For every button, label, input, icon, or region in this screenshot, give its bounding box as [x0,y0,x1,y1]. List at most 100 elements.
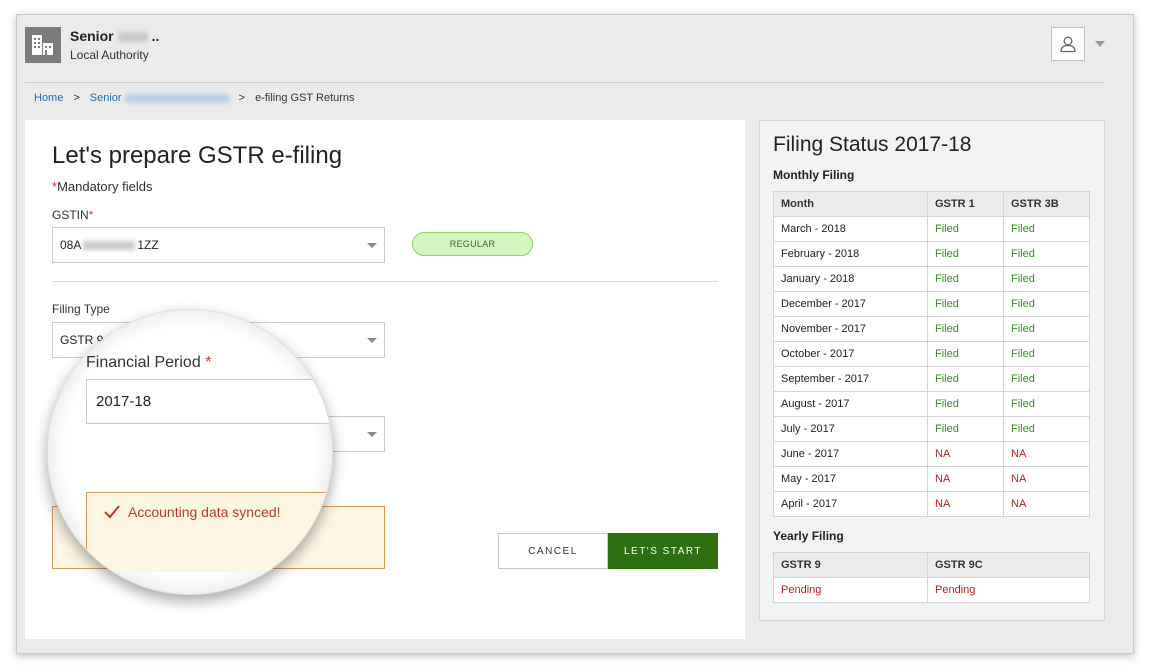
gstr3b-status: Filed [1003,266,1090,292]
gstr3b-status: Filed [1003,366,1090,392]
gstr1-status: Filed [927,341,1004,367]
gstr1-status: Filed [927,216,1004,242]
sync-alert-text: Accounting data synced! [128,504,281,520]
redacted-name [117,32,148,43]
month-cell: June - 2017 [773,441,928,467]
table-row: July - 2017 Filed Filed [773,416,1090,442]
yearly-filing-table: GSTR 9 GSTR 9C Pending Pending [773,552,1090,603]
org-name: Senior.. [70,28,159,44]
breadcrumb-office[interactable]: Senior [90,92,229,104]
filing-type-label: Filing Type [52,302,110,316]
yearly-filing-title: Yearly Filing [773,529,844,543]
month-cell: April - 2017 [773,491,928,517]
chevron-down-icon [367,243,377,248]
lets-start-button[interactable]: LET'S START [608,533,718,569]
user-menu-button[interactable] [1051,27,1085,61]
gstin-suffix: 1ZZ [137,238,159,252]
financial-period-label: Financial Period * [86,354,211,372]
required-star: * [205,354,212,371]
gstr1-status: NA [927,491,1004,517]
org-subtitle: Local Authority [70,48,149,62]
table-row: June - 2017 NA NA [773,441,1090,467]
month-cell: August - 2017 [773,391,928,417]
table-row: January - 2018 Filed Filed [773,266,1090,292]
gstr1-status: Filed [927,241,1004,267]
breadcrumb-home[interactable]: Home [34,92,63,104]
breadcrumb-separator: > [238,92,246,104]
building-icon [25,27,61,63]
table-row: October - 2017 Filed Filed [773,341,1090,367]
gstr1-status: Filed [927,366,1004,392]
gstr3b-status: NA [1003,466,1090,492]
month-cell: January - 2018 [773,266,928,292]
month-cell: December - 2017 [773,291,928,317]
magnifier-lens: Financial Period * 2017-18 Accounting da… [47,309,333,595]
org-name-prefix: Senior [70,28,114,44]
table-row: August - 2017 Filed Filed [773,391,1090,417]
table-row: November - 2017 Filed Filed [773,316,1090,342]
month-cell: March - 2018 [773,216,928,242]
gstr1-status: Filed [927,391,1004,417]
required-star: * [88,208,94,222]
header-divider [25,82,1105,83]
chevron-down-icon [367,338,377,343]
user-icon [1060,36,1076,53]
mandatory-text: Mandatory fields [57,179,153,194]
gstr3b-status: Filed [1003,416,1090,442]
month-cell: May - 2017 [773,466,928,492]
mandatory-note: *Mandatory fields [52,179,152,194]
org-name-suffix: .. [151,28,160,44]
column-header-month: Month [773,191,928,217]
gstr1-status: Filed [927,266,1004,292]
column-header-gstr3b: GSTR 3B [1003,191,1090,217]
gstr3b-status: Filed [1003,316,1090,342]
table-header-row: Month GSTR 1 GSTR 3B [773,191,1090,217]
section-divider [52,281,718,282]
filing-status-title: Filing Status 2017-18 [773,133,972,156]
taxpayer-type-badge: REGULAR [412,232,533,256]
month-cell: November - 2017 [773,316,928,342]
breadcrumb: Home > Senior > e-filing GST Returns [34,92,355,104]
gstr3b-status: Filed [1003,291,1090,317]
table-row: September - 2017 Filed Filed [773,366,1090,392]
chevron-down-icon[interactable] [1095,41,1105,47]
chevron-down-icon [367,432,377,437]
gstin-prefix: 08A [60,238,82,252]
financial-period-label-text: Financial Period [86,354,201,371]
gstr3b-status: Filed [1003,241,1090,267]
breadcrumb-current: e-filing GST Returns [255,92,355,104]
gstr3b-status: Filed [1003,391,1090,417]
breadcrumb-office-prefix: Senior [89,92,122,104]
gstr1-status: Filed [927,316,1004,342]
gstin-label: GSTIN* [52,208,93,222]
month-cell: October - 2017 [773,341,928,367]
gstr3b-status: Filed [1003,341,1090,367]
gstr3b-status: NA [1003,441,1090,467]
financial-period-value[interactable]: 2017-18 [86,379,332,424]
gstr3b-status: NA [1003,491,1090,517]
table-row: December - 2017 Filed Filed [773,291,1090,317]
checkmark-icon [104,505,120,519]
table-row: Pending Pending [773,577,1090,603]
gstr9-status: Pending [773,577,928,603]
month-cell: February - 2018 [773,241,928,267]
month-cell: September - 2017 [773,366,928,392]
breadcrumb-separator: > [73,92,80,104]
filing-status-panel: Filing Status 2017-18 Monthly Filing Mon… [759,120,1105,621]
gstr1-status: Filed [927,416,1004,442]
table-row: April - 2017 NA NA [773,491,1090,517]
table-row: March - 2018 Filed Filed [773,216,1090,242]
gstr9c-status: Pending [927,577,1090,603]
gstr3b-status: Filed [1003,216,1090,242]
table-row: May - 2017 NA NA [773,466,1090,492]
column-header-gstr1: GSTR 1 [927,191,1004,217]
cancel-button[interactable]: CANCEL [498,533,608,569]
column-header-gstr9c: GSTR 9C [927,552,1090,578]
table-header-row: GSTR 9 GSTR 9C [773,552,1090,578]
gstr1-status: Filed [927,291,1004,317]
table-row: February - 2018 Filed Filed [773,241,1090,267]
gstin-select[interactable]: 08A 1ZZ [52,227,385,263]
page-title: Let's prepare GSTR e-filing [52,142,343,169]
app-header: Senior.. Local Authority [17,15,1133,83]
redacted-office [124,93,229,103]
